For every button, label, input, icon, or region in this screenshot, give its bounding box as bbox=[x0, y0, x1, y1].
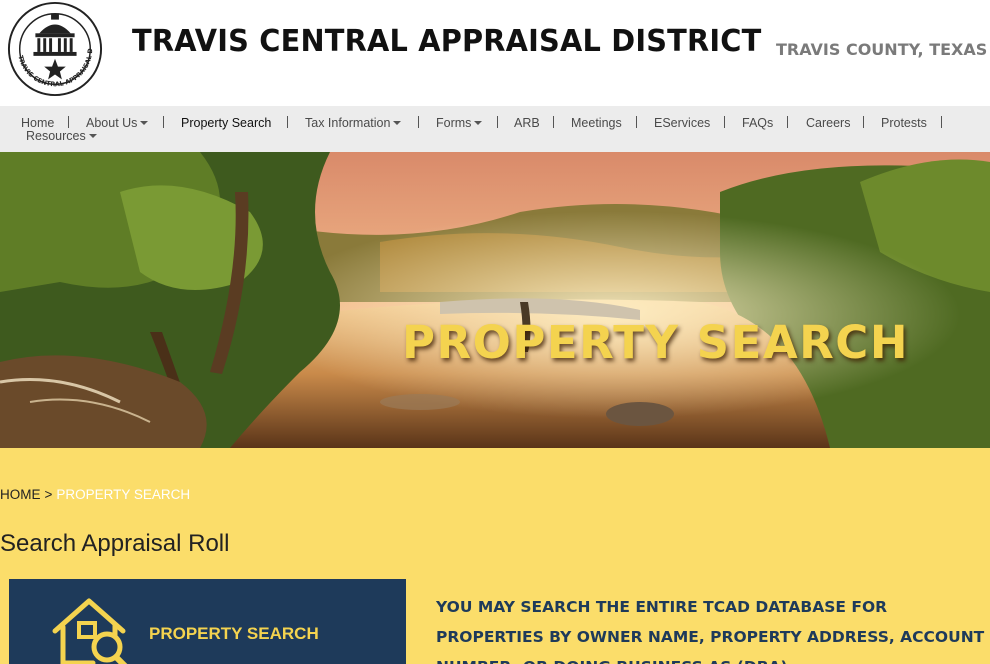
nav-item-meetings[interactable]: Meetings bbox=[571, 116, 622, 130]
house-search-icon bbox=[52, 598, 128, 664]
breadcrumb: HOME > PROPERTY SEARCH bbox=[0, 487, 190, 502]
breadcrumb-home[interactable]: HOME bbox=[0, 487, 41, 502]
nav-divider bbox=[941, 116, 942, 128]
site-header: TRAVIS CENTRAL APPRAISAL DISTRICT TRAVIS… bbox=[0, 0, 990, 106]
chevron-down-icon bbox=[88, 134, 97, 138]
site-title[interactable]: TRAVIS CENTRAL APPRAISAL DISTRICT bbox=[132, 24, 761, 59]
nav-divider bbox=[787, 116, 788, 128]
main-content: HOME > PROPERTY SEARCH Search Appraisal Ro… bbox=[0, 448, 990, 664]
search-description: YOU MAY SEARCH THE ENTIRE TCAD DATABASE … bbox=[436, 598, 985, 664]
nav-divider bbox=[497, 116, 498, 128]
nav-item-arb[interactable]: ARB bbox=[514, 116, 540, 130]
nav-divider bbox=[636, 116, 637, 128]
nav-item-resources[interactable]: Resources bbox=[26, 129, 97, 143]
chevron-down-icon bbox=[140, 121, 149, 125]
nav-item-home[interactable]: Home bbox=[21, 116, 54, 130]
nav-item-tax-information[interactable]: Tax Information bbox=[305, 116, 402, 130]
chevron-down-icon bbox=[474, 121, 483, 125]
nav-item-property-search[interactable]: Property Search bbox=[181, 116, 271, 130]
breadcrumb-current[interactable]: PROPERTY SEARCH bbox=[56, 487, 190, 502]
nav-divider bbox=[68, 116, 69, 128]
section-title: Search Appraisal Roll bbox=[0, 530, 230, 557]
nav-divider bbox=[418, 116, 419, 128]
site-subtitle: TRAVIS COUNTY, TEXAS bbox=[776, 40, 988, 59]
nav-item-careers[interactable]: Careers bbox=[806, 116, 850, 130]
nav-divider bbox=[553, 116, 554, 128]
nav-item-about-us[interactable]: About Us bbox=[86, 116, 149, 130]
nav-divider bbox=[163, 116, 164, 128]
breadcrumb-separator: > bbox=[44, 487, 53, 502]
nav-item-faqs[interactable]: FAQs bbox=[742, 116, 773, 130]
nav-divider bbox=[724, 116, 725, 128]
main-navigation: Home About Us Property Search Tax Inform… bbox=[0, 106, 990, 152]
nav-item-protests[interactable]: Protests bbox=[881, 116, 927, 130]
nav-item-forms[interactable]: Forms bbox=[436, 116, 483, 130]
nav-divider bbox=[863, 116, 864, 128]
nav-divider bbox=[287, 116, 288, 128]
property-search-card[interactable]: PROPERTY SEARCH bbox=[9, 579, 406, 664]
hero-title: PROPERTY SEARCH bbox=[402, 316, 909, 369]
nav-item-eservices[interactable]: EServices bbox=[654, 116, 710, 130]
hero-banner: PROPERTY SEARCH bbox=[0, 152, 990, 448]
chevron-down-icon bbox=[393, 121, 402, 125]
river-landscape-image bbox=[0, 152, 990, 448]
property-search-card-label: PROPERTY SEARCH bbox=[149, 624, 319, 643]
district-seal-logo[interactable]: TRAVIS CENTRAL APPRAISAL DISTRICT bbox=[6, 0, 104, 98]
